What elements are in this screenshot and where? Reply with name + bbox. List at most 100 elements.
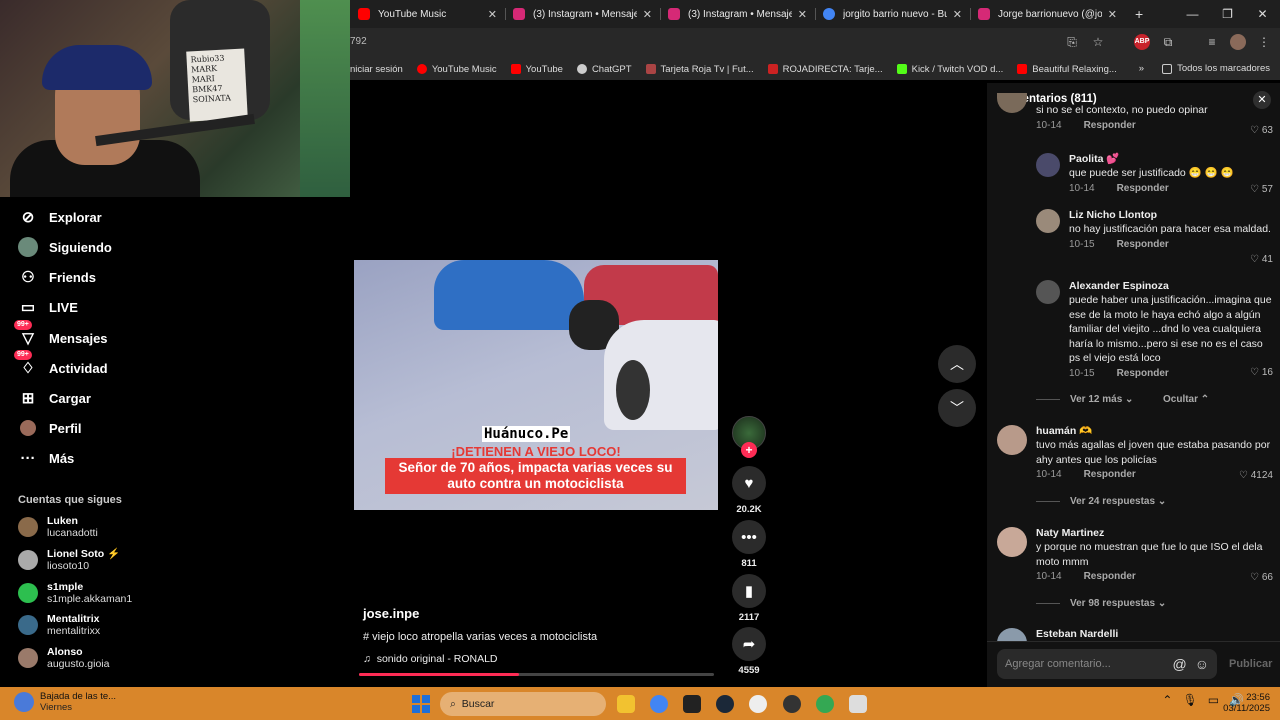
nav-perfil[interactable]: Perfil bbox=[18, 418, 82, 438]
reply-button[interactable]: Responder bbox=[1084, 120, 1136, 131]
video-player[interactable]: Huánuco.Pe ¡DETIENEN A VIEJO LOCO! Señor… bbox=[354, 260, 718, 510]
bookmark-youtube[interactable]: YouTube bbox=[510, 64, 563, 75]
file-explorer-icon[interactable] bbox=[617, 695, 635, 713]
epic-games-icon[interactable] bbox=[683, 695, 701, 713]
bookmark-rojadirecta[interactable]: ROJADIRECTA: Tarje... bbox=[767, 64, 883, 75]
creator-avatar[interactable]: + bbox=[730, 416, 768, 458]
tab-instagram-3[interactable]: Jorge barrionuevo (@jor ✕ bbox=[970, 0, 1125, 28]
nav-live[interactable]: ▭ LIVE bbox=[18, 297, 78, 317]
clock[interactable]: 23:56 03/11/2025 bbox=[1223, 692, 1270, 714]
install-icon[interactable]: ⎘ bbox=[1064, 34, 1080, 50]
tab-instagram-1[interactable]: (3) Instagram • Mensajes ✕ bbox=[505, 0, 660, 28]
nav-explorar[interactable]: ⊘ Explorar bbox=[18, 207, 102, 227]
comment-button[interactable]: ••• 811 bbox=[730, 520, 768, 569]
comment-input[interactable]: Agregar comentario... @ ☺ bbox=[997, 649, 1217, 679]
weather-widget[interactable]: Bajada de las te... Viernes bbox=[14, 691, 116, 713]
bookmark-kick-twitch[interactable]: Kick / Twitch VOD d... bbox=[896, 64, 1003, 75]
mention-icon[interactable]: @ bbox=[1172, 656, 1186, 672]
bookmark-youtube-music[interactable]: YouTube Music bbox=[416, 64, 497, 75]
nav-siguiendo[interactable]: Siguiendo bbox=[18, 237, 112, 257]
like-count: 20.2K bbox=[736, 504, 762, 515]
url-field[interactable]: 792 bbox=[350, 36, 367, 47]
bookmark-chatgpt[interactable]: ChatGPT bbox=[576, 64, 632, 75]
close-window-button[interactable]: ✕ bbox=[1245, 0, 1280, 28]
chrome-icon[interactable] bbox=[650, 695, 668, 713]
comment-like[interactable]: ♡ 63 bbox=[1250, 125, 1273, 136]
maximize-button[interactable]: ❐ bbox=[1210, 0, 1245, 28]
close-icon[interactable]: ✕ bbox=[643, 8, 652, 21]
chrome-profile-icon[interactable] bbox=[816, 695, 834, 713]
emoji-icon[interactable]: ☺ bbox=[1195, 656, 1209, 672]
adblock-icon[interactable]: ABP bbox=[1134, 34, 1150, 50]
menu-dots-icon[interactable]: ⋮ bbox=[1256, 34, 1272, 50]
star-icon[interactable]: ☆ bbox=[1090, 34, 1106, 50]
caption-username[interactable]: jose.inpe bbox=[363, 606, 419, 621]
comment-reply: Alexander Espinoza puede haber una justi… bbox=[1036, 280, 1273, 379]
reply-button[interactable]: Responder bbox=[1117, 183, 1169, 194]
close-icon[interactable]: ✕ bbox=[488, 8, 497, 21]
publish-button[interactable]: Publicar bbox=[1229, 658, 1272, 670]
app-icon[interactable] bbox=[749, 695, 767, 713]
save-count: 2117 bbox=[738, 612, 760, 623]
tab-youtube-music[interactable]: YouTube Music ✕ bbox=[350, 0, 505, 28]
reply-button[interactable]: Responder bbox=[1117, 239, 1169, 250]
bookmark-tarjeta-roja[interactable]: Tarjeta Roja Tv | Fut... bbox=[645, 64, 754, 75]
new-tab-button[interactable]: + bbox=[1135, 6, 1143, 22]
comment-like[interactable]: ♡ 4124 bbox=[1239, 470, 1273, 481]
comment-like[interactable]: ♡ 41 bbox=[1250, 254, 1273, 265]
followed-account[interactable]: Alonso augusto.gioia bbox=[18, 646, 109, 670]
kick-icon bbox=[896, 64, 907, 74]
nav-mensajes[interactable]: ▽ 99+ Mensajes bbox=[14, 320, 108, 348]
bookmark-login[interactable]: niciar sesión bbox=[350, 64, 403, 75]
network-icon[interactable]: ▭ bbox=[1208, 693, 1219, 707]
tab-google-search[interactable]: jorgito barrio nuevo - Bu ✕ bbox=[815, 0, 970, 28]
caption-sound[interactable]: ♫ sonido original - RONALD bbox=[363, 653, 498, 665]
taskbar-search[interactable]: ⌕ Buscar bbox=[440, 692, 606, 716]
view-replies[interactable]: Ver 24 respuestas ⌄ bbox=[1036, 496, 1166, 507]
app-window-icon[interactable] bbox=[849, 695, 867, 713]
previous-video-button[interactable]: ︿ bbox=[938, 345, 976, 383]
comment-like[interactable]: ♡ 66 bbox=[1250, 572, 1273, 583]
nav-friends[interactable]: ⚇ Friends bbox=[18, 267, 96, 287]
hide-replies-button[interactable]: Ocultar ⌃ bbox=[1163, 394, 1209, 405]
nav-mas[interactable]: ··· Más bbox=[18, 448, 75, 468]
nav-actividad[interactable]: ♢ 99+ Actividad bbox=[14, 350, 108, 378]
microphone-icon[interactable]: 🎙 bbox=[1182, 693, 1197, 707]
reply-button[interactable]: Responder bbox=[1084, 469, 1136, 480]
close-icon[interactable]: ✕ bbox=[1108, 8, 1117, 21]
reply-button[interactable]: Responder bbox=[1117, 368, 1169, 379]
followed-account[interactable]: Lionel Soto ⚡ liosoto10 bbox=[18, 548, 120, 572]
share-button[interactable]: ➦ 4559 bbox=[730, 627, 768, 676]
next-video-button[interactable]: ﹀ bbox=[938, 389, 976, 427]
like-button[interactable]: ♥ 20.2K bbox=[730, 466, 768, 515]
steam-icon[interactable] bbox=[716, 695, 734, 713]
start-button[interactable] bbox=[412, 695, 430, 713]
comment-like[interactable]: ♡ 57 bbox=[1250, 184, 1273, 195]
chevron-up-icon[interactable]: ⌃ bbox=[1162, 693, 1172, 707]
nav-cargar[interactable]: ⊞ Cargar bbox=[18, 388, 91, 408]
follow-plus-icon[interactable]: + bbox=[741, 442, 757, 458]
close-icon[interactable]: ✕ bbox=[798, 8, 807, 21]
following-section-title: Cuentas que sigues bbox=[18, 494, 122, 506]
save-button[interactable]: ▮ 2117 bbox=[730, 574, 768, 623]
obs-icon[interactable] bbox=[783, 695, 801, 713]
profile-avatar-icon[interactable] bbox=[1230, 34, 1246, 50]
view-replies[interactable]: Ver 98 respuestas ⌄ bbox=[1036, 598, 1166, 609]
instagram-icon bbox=[978, 8, 990, 20]
followed-account[interactable]: Luken lucanadotti bbox=[18, 515, 98, 539]
tab-instagram-2[interactable]: (3) Instagram • Mensajes ✕ bbox=[660, 0, 815, 28]
extensions-icon[interactable]: ⧉ bbox=[1160, 34, 1176, 50]
comment-like[interactable]: ♡ 16 bbox=[1250, 367, 1273, 378]
followed-account[interactable]: Mentalitrix mentalitrixx bbox=[18, 613, 100, 637]
followed-account[interactable]: s1mple s1mple.akkaman1 bbox=[18, 581, 132, 605]
view-more-replies[interactable]: Ver 12 más ⌄ bbox=[1036, 394, 1133, 405]
video-progress-bar[interactable] bbox=[359, 673, 714, 676]
chevron-right-icon[interactable]: » bbox=[1139, 63, 1144, 74]
close-icon[interactable]: ✕ bbox=[953, 8, 962, 21]
reply-button[interactable]: Responder bbox=[1084, 571, 1136, 582]
media-control-icon[interactable]: ≡ bbox=[1204, 34, 1220, 50]
tarjeta-roja-icon bbox=[645, 64, 656, 74]
bookmark-relaxing[interactable]: Beautiful Relaxing... bbox=[1017, 64, 1117, 75]
minimize-button[interactable]: — bbox=[1175, 0, 1210, 28]
all-bookmarks-folder[interactable]: Todos los marcadores bbox=[1162, 63, 1270, 74]
